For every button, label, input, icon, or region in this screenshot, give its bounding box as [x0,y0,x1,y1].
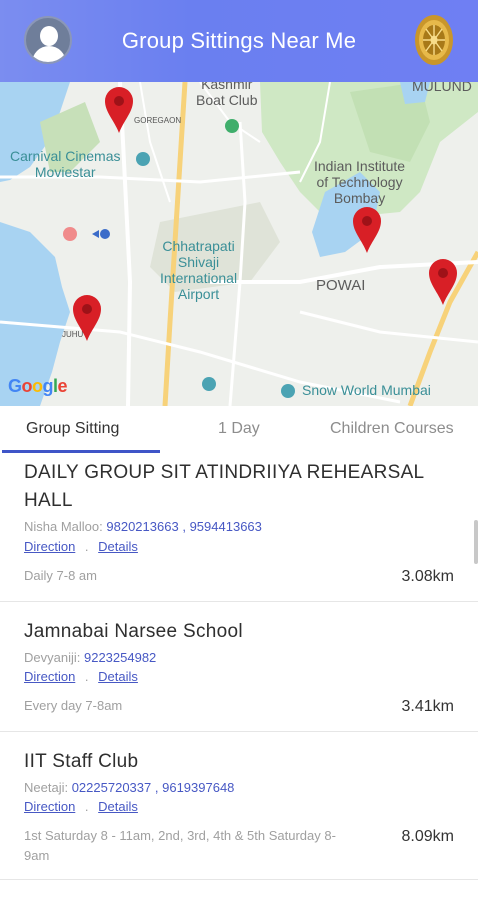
details-link[interactable]: Details [98,539,138,554]
action-links: Direction . Details [24,539,138,554]
phone-link[interactable]: 9594413663 [190,519,262,534]
list-item[interactable]: Jamnabai Narsee School Devyaniji: 922325… [0,602,478,732]
dharma-wheel-icon[interactable] [414,14,454,66]
sitting-distance: 8.09km [401,828,454,845]
contact-line: Nisha Malloo: 9820213663 , 9594413663 [24,519,262,534]
tab-1-day[interactable]: 1 Day [218,420,260,438]
sitting-title: IIT Staff Club [24,751,139,772]
direction-link[interactable]: Direction [24,539,75,554]
details-link[interactable]: Details [98,669,138,684]
action-links: Direction . Details [24,799,138,814]
phone-link[interactable]: 9820213663 [106,519,178,534]
action-links: Direction . Details [24,669,138,684]
phone-link[interactable]: 9223254982 [84,650,156,665]
phone-link[interactable]: 9619397648 [162,780,234,795]
tab-group-sitting[interactable]: Group Sitting [26,420,119,438]
map-label-kashmir-boat-club: Kashmir Boat Club [196,82,258,108]
phone-separator: , [182,519,186,534]
phone-link[interactable]: 02225720337 [72,780,152,795]
sitting-title: Jamnabai Narsee School [24,621,243,642]
map-label-powai: POWAI [316,277,366,294]
map-label-goregaon: GOREGAON [134,116,182,125]
map-pin[interactable] [104,86,134,134]
list-item[interactable]: IIT Staff Club Neetaji: 02225720337 , 96… [0,732,478,880]
map-label-mulund: MULUND [412,82,472,94]
map-pin[interactable] [428,258,458,306]
map-label-airport: Chhatrapati Shivaji International Airpor… [160,238,238,302]
contact-name: Nisha Malloo: [24,519,103,534]
map-canvas [0,82,478,406]
details-link[interactable]: Details [98,799,138,814]
sitting-timing: Daily 7-8 am [24,568,97,583]
map-label-snow-world: Snow World Mumbai [302,382,431,398]
contact-line: Devyaniji: 9223254982 [24,650,156,665]
direction-link[interactable]: Direction [24,669,75,684]
contact-name: Devyaniji: [24,650,81,665]
tab-bar: Group Sitting 1 Day Children Courses [0,406,478,454]
phone-separator: , [154,780,159,795]
page-title: Group Sittings Near Me [121,28,357,53]
scrollbar[interactable] [474,520,478,564]
google-logo: Google [8,376,68,396]
list-item[interactable]: DAILY GROUP SIT ATINDRIIYA REHEARSAL HAL… [0,454,478,602]
map-label-iit: Indian Institute of Technology Bombay [314,158,406,206]
link-separator: . [84,669,89,684]
map-label-carnival: Carnival Cinemas Moviestar [10,148,121,180]
contact-line: Neetaji: 02225720337 , 9619397648 [24,780,234,795]
map-pin[interactable] [352,206,382,254]
contact-name: Neetaji: [24,780,69,795]
tab-children-courses[interactable]: Children Courses [330,420,454,438]
app-header: Group Sittings Near Me [0,0,478,82]
sitting-distance: 3.08km [401,568,454,585]
sitting-timing: 1st Saturday 8 - 11am, 2nd, 3rd, 4th & 5… [24,828,336,863]
active-tab-indicator [2,450,160,453]
sitting-title: DAILY GROUP SIT ATINDRIIYA REHEARSAL HAL… [24,462,424,511]
link-separator: . [84,539,89,554]
sitting-distance: 3.41km [401,698,454,715]
map-pin[interactable] [72,294,102,342]
map-view[interactable]: Kashmir Boat Club GOREGAON Carnival Cine… [0,82,478,406]
direction-link[interactable]: Direction [24,799,75,814]
user-avatar-icon[interactable] [24,16,72,64]
sitting-timing: Every day 7-8am [24,698,123,713]
link-separator: . [84,799,89,814]
